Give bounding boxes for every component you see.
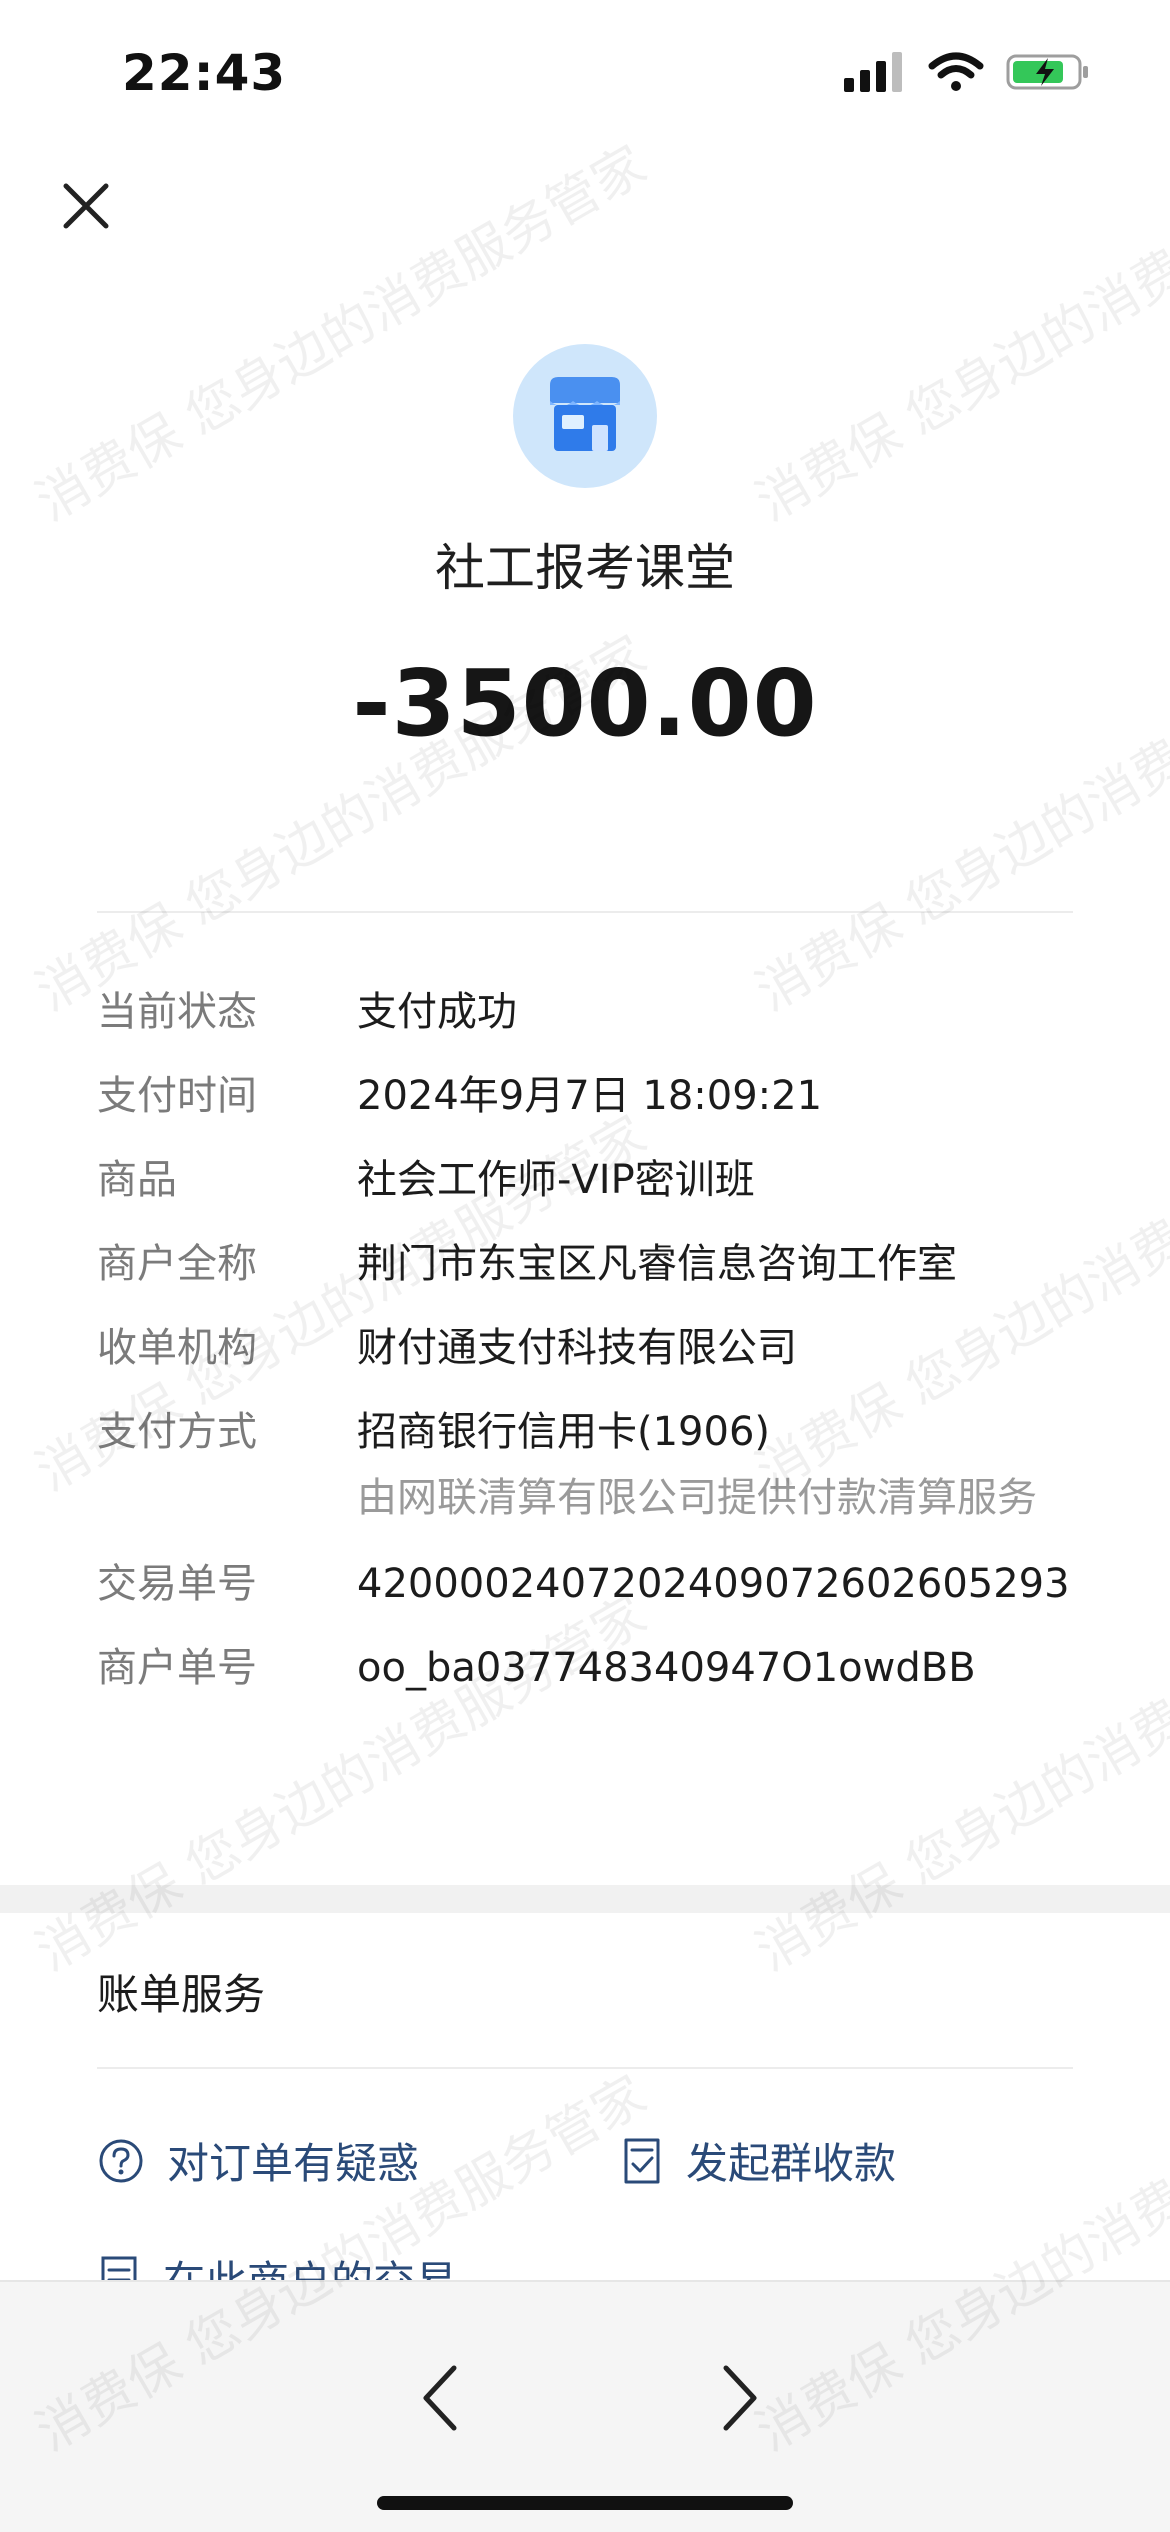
detail-value[interactable]: 4200002407202409072602605293 [357, 1557, 1070, 1611]
payment-amount: -3500.00 [352, 650, 818, 757]
bottom-nav-bar [0, 2280, 1170, 2532]
watermark-text: 消费保 您身边的消费服务管家 [746, 134, 1170, 534]
detail-label: 收单机构 [97, 1325, 257, 1371]
detail-row-merchant-fullname: 商户全称 荆门市东宝区凡睿信息咨询工作室 [97, 1237, 1097, 1291]
bill-service-title: 账单服务 [97, 1970, 266, 2019]
signal-icon [844, 52, 902, 92]
divider [97, 911, 1073, 913]
detail-value: 社会工作师-VIP密训班 [357, 1157, 755, 1203]
chevron-left-icon[interactable] [410, 2358, 470, 2438]
payment-method-block: 招商银行信用卡(1906) 由网联清算有限公司提供付款清算服务 [357, 1405, 1057, 1527]
wifi-icon [928, 52, 984, 91]
status-time: 22:43 [122, 44, 287, 102]
detail-row-time: 支付时间 2024年9月7日 18:09:21 [97, 1069, 1097, 1123]
close-icon[interactable] [56, 176, 116, 236]
detail-row-product: 商品 社会工作师-VIP密训班 [97, 1153, 1097, 1207]
detail-value: 支付成功 [357, 989, 517, 1035]
detail-value: 2024年9月7日 18:09:21 [357, 1073, 823, 1119]
group-collection-button[interactable]: 发起群收款 [620, 2130, 896, 2191]
section-separator [0, 1885, 1170, 1913]
status-icons [844, 52, 1090, 92]
detail-label: 支付时间 [97, 1073, 257, 1119]
detail-label: 商户全称 [97, 1241, 257, 1287]
merchant-name: 社工报考课堂 [435, 539, 735, 597]
transaction-detail-screen: 22:43 社工报考课堂 -3500.00 当前状态 支付成功 支付时间 202… [0, 0, 1170, 2532]
detail-value[interactable]: oo_ba037748340947O1owdBB [357, 1641, 976, 1695]
order-question-button[interactable]: 对订单有疑惑 [97, 2130, 419, 2191]
detail-value: 财付通支付科技有限公司 [357, 1325, 797, 1371]
detail-value[interactable]: 荆门市东宝区凡睿信息咨询工作室 [357, 1237, 957, 1291]
receipt-check-icon [624, 2138, 660, 2183]
detail-label: 商品 [97, 1157, 177, 1203]
store-icon [550, 377, 620, 451]
clearing-note: 由网联清算有限公司提供付款清算服务 [357, 1475, 1037, 1521]
merchant-logo [513, 344, 657, 488]
detail-label: 交易单号 [97, 1561, 257, 1607]
detail-row-transaction-id: 交易单号 4200002407202409072602605293 [97, 1557, 1097, 1611]
detail-value: 招商银行信用卡(1906) [357, 1409, 771, 1455]
detail-row-payment-method: 支付方式 招商银行信用卡(1906) 由网联清算有限公司提供付款清算服务 [97, 1405, 1097, 1527]
home-indicator [377, 2496, 793, 2510]
detail-row-acquirer: 收单机构 财付通支付科技有限公司 [97, 1321, 1097, 1375]
detail-label: 当前状态 [97, 989, 257, 1035]
service-label: 发起群收款 [686, 2139, 897, 2188]
question-circle-icon [99, 2139, 143, 2182]
chevron-right-icon[interactable] [710, 2358, 770, 2438]
service-label: 对订单有疑惑 [167, 2139, 420, 2188]
detail-label: 支付方式 [97, 1409, 257, 1455]
transaction-details: 当前状态 支付成功 支付时间 2024年9月7日 18:09:21 商品 社会工… [97, 985, 1097, 1725]
battery-charging-icon [1006, 54, 1088, 90]
detail-label: 商户单号 [97, 1645, 257, 1691]
detail-row-merchant-order-id: 商户单号 oo_ba037748340947O1owdBB [97, 1641, 1097, 1695]
divider [97, 2067, 1073, 2069]
detail-row-status: 当前状态 支付成功 [97, 985, 1097, 1039]
